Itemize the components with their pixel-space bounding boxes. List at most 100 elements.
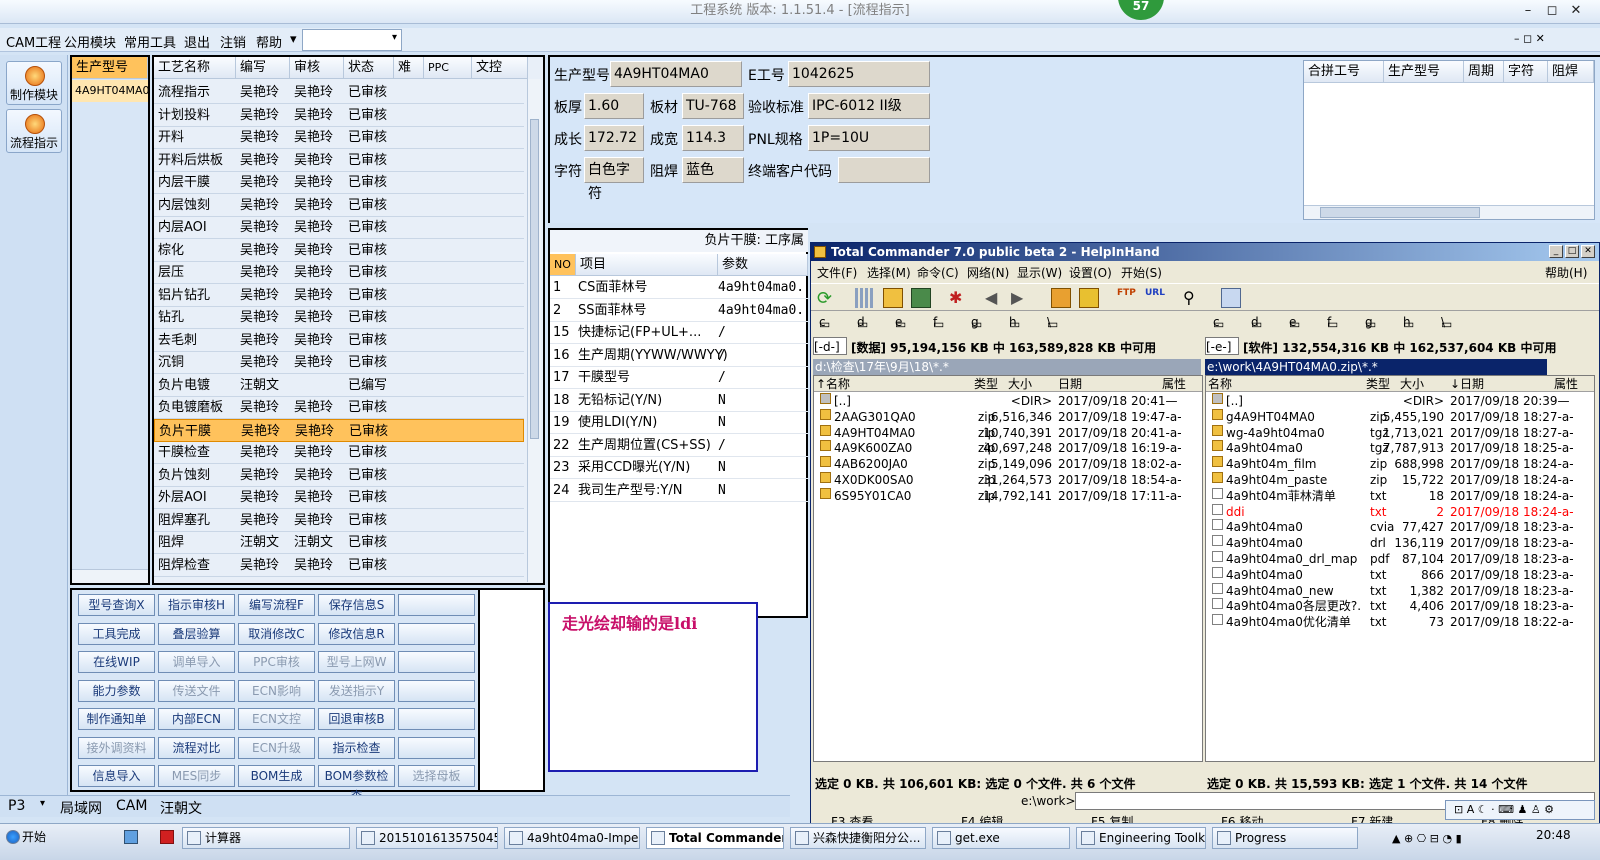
- param-row[interactable]: 16 生产周期(YYWW/WWYY) /: [550, 345, 808, 367]
- action-button[interactable]: 编写流程F: [238, 594, 315, 616]
- col-header[interactable]: 名称: [1208, 376, 1232, 392]
- clock[interactable]: 20:48: [1536, 828, 1571, 842]
- pack-icon[interactable]: [1051, 288, 1071, 308]
- url-icon[interactable]: URL: [1145, 288, 1165, 308]
- table-row[interactable]: 计划投料 吴艳玲 吴艳玲 已审核: [154, 104, 524, 127]
- col-header[interactable]: 属性: [1162, 376, 1186, 392]
- file-row[interactable]: 6S95Y01CA0 zip 14,792,141 2017/09/18 17:11-…: [814, 487, 1202, 504]
- menu-cam[interactable]: CAM工程: [6, 32, 61, 51]
- action-button[interactable]: [398, 651, 475, 673]
- minimize-icon[interactable]: –: [1518, 2, 1538, 20]
- taskbar-item[interactable]: Total Commander ...: [646, 827, 784, 849]
- menu-logout[interactable]: 注销: [220, 32, 246, 51]
- notepad-icon[interactable]: [1221, 288, 1241, 308]
- action-button[interactable]: 修改信息R: [318, 622, 395, 645]
- model-list-item[interactable]: 4A9HT04MA0: [72, 80, 150, 102]
- param-row[interactable]: 1 CS面菲林号 4a9ht04ma0.: [550, 277, 808, 299]
- action-button[interactable]: 回退审核B: [318, 708, 395, 730]
- col-header-merge-no[interactable]: 合拼工号: [1304, 61, 1384, 83]
- tc-menu-select[interactable]: 选择(M): [867, 264, 911, 281]
- table-row[interactable]: 沉铜 吴艳玲 吴艳玲 已审核: [154, 351, 524, 374]
- tc-left-drive-select[interactable]: [-d-]: [813, 337, 847, 355]
- tc-minimize-icon[interactable]: _: [1549, 245, 1563, 258]
- rail-button-flow[interactable]: 流程指示: [6, 109, 62, 153]
- col-header-model[interactable]: 生产型号: [1384, 61, 1464, 83]
- table-row[interactable]: 钻孔 吴艳玲 吴艳玲 已审核: [154, 306, 524, 329]
- col-header-doc-control[interactable]: 文控: [472, 57, 528, 79]
- table-row[interactable]: 干膜检查 吴艳玲 吴艳玲 已审核: [154, 441, 524, 464]
- action-button[interactable]: [398, 594, 475, 616]
- tc-right-path[interactable]: e:\work\4A9HT04MA0.zip\*.*: [1205, 359, 1547, 375]
- menu-tools[interactable]: 常用工具: [124, 32, 176, 51]
- table-row[interactable]: 负片蚀刻 吴艳玲 吴艳玲 已审核: [154, 464, 524, 487]
- field-pnl[interactable]: 1P=10U: [808, 125, 930, 151]
- file-row[interactable]: [..] <DIR> 2017/09/18 20:41—: [814, 393, 1202, 409]
- drive-button[interactable]: ▭ \: [1441, 315, 1452, 331]
- brief-view-icon[interactable]: [855, 288, 875, 308]
- table-row[interactable]: 内层干膜 吴艳玲 吴艳玲 已审核: [154, 171, 524, 194]
- action-button[interactable]: 叠层验算: [158, 622, 235, 645]
- file-row[interactable]: [..] <DIR> 2017/09/18 20:39—: [1206, 393, 1594, 409]
- action-button[interactable]: 指示检查: [318, 736, 395, 759]
- file-row[interactable]: 4AB6200JA0 zip 5,149,096 2017/09/18 18:02-a…: [814, 456, 1202, 472]
- table-row[interactable]: 棕化 吴艳玲 吴艳玲 已审核: [154, 239, 524, 262]
- table-row[interactable]: 阻焊 汪朝文 汪朝文 已审核: [154, 531, 524, 554]
- thumbnail-icon[interactable]: [911, 288, 931, 308]
- action-button[interactable]: BOM参数检查: [318, 765, 395, 803]
- param-row[interactable]: 18 无铅标记(Y/N) N: [550, 390, 808, 412]
- file-row[interactable]: 4a9ht04m_film zip 688,998 2017/09/18 18:24-…: [1206, 456, 1594, 472]
- table-row[interactable]: 负片电镀 汪朝文 已编写: [154, 374, 524, 397]
- action-button[interactable]: 制作通知单: [78, 708, 155, 730]
- ftp-icon[interactable]: FTP: [1117, 288, 1137, 308]
- field-standard[interactable]: IPC-6012 II级: [808, 93, 930, 119]
- param-row[interactable]: 15 快捷标记(FP+UL+... /: [550, 322, 808, 344]
- file-row[interactable]: 4a9ht04ma0 drl 136,119 2017/09/18 18:23-a-: [1206, 535, 1594, 551]
- close-icon[interactable]: ✕: [1566, 2, 1586, 20]
- action-button[interactable]: 内部ECN: [158, 708, 235, 730]
- tc-maximize-icon[interactable]: □: [1565, 245, 1579, 258]
- param-row[interactable]: 24 我司生产型号:Y/N N: [550, 480, 808, 502]
- drive-button[interactable]: ▭ g: [971, 315, 982, 331]
- drive-button[interactable]: ▭ d: [857, 315, 868, 331]
- ime-toolbar[interactable]: ⊡ A ☾ · ⌨ ♟ ♙ ⚙: [1445, 800, 1595, 820]
- table-row[interactable]: 开料 吴艳玲 吴艳玲 已审核: [154, 126, 524, 149]
- col-header-process[interactable]: 工艺名称: [154, 57, 236, 79]
- tray-icons[interactable]: ▲ ⊕ ⎔ ⊟ ◔ ▮: [1392, 832, 1462, 845]
- file-row[interactable]: wg-4a9ht04ma0 tgz 1,713,021 2017/09/18 18:2…: [1206, 424, 1594, 441]
- mdi-window-controls[interactable]: – ◻ ✕: [1514, 32, 1545, 45]
- param-row[interactable]: 19 使用LDI(Y/N) N: [550, 412, 808, 434]
- col-header-item[interactable]: 项目: [576, 254, 718, 276]
- field-model[interactable]: 4A9HT04MA0: [610, 61, 742, 87]
- maximize-icon[interactable]: ◻: [1542, 2, 1562, 20]
- action-button[interactable]: [398, 622, 475, 645]
- tab-cam[interactable]: CAM: [116, 798, 147, 814]
- table-row[interactable]: 外层AOI 吴艳玲 吴艳玲 已审核: [154, 486, 524, 509]
- field-silkscreen[interactable]: 白色字符: [584, 157, 644, 202]
- drive-button[interactable]: ▭ d: [1251, 315, 1262, 331]
- table-row[interactable]: 负电镀磨板 吴艳玲 吴艳玲 已审核: [154, 396, 524, 419]
- tc-close-icon[interactable]: ✕: [1581, 245, 1595, 258]
- horizontal-scrollbar[interactable]: [72, 569, 148, 583]
- col-header[interactable]: 类型: [974, 376, 998, 392]
- file-row[interactable]: 4A9HT04MA0 zip 10,740,391 2017/09/18 20:41-…: [814, 424, 1202, 441]
- pdf-icon[interactable]: [160, 830, 174, 844]
- detail-view-icon[interactable]: [883, 288, 903, 308]
- refresh-icon[interactable]: ⟳: [817, 288, 837, 309]
- taskbar-item[interactable]: Engineering Toolkit 9....: [1076, 827, 1206, 849]
- module-combo[interactable]: ▾: [302, 29, 402, 51]
- file-row[interactable]: 4a9ht04m_paste zip 15,722 2017/09/18 18:24-…: [1206, 472, 1594, 488]
- file-row[interactable]: 4a9ht04ma0_new txt 1,382 2017/09/18 18:23-a…: [1206, 582, 1594, 599]
- action-button[interactable]: 工具完成: [78, 622, 155, 645]
- col-header[interactable]: 大小: [1400, 376, 1424, 392]
- col-header-no[interactable]: NO: [550, 254, 576, 276]
- taskbar-item[interactable]: get.exe: [932, 827, 1070, 849]
- menu-dropdown-icon[interactable]: ▾: [290, 32, 297, 47]
- table-row[interactable]: 开料后烘板 吴艳玲 吴艳玲 已审核: [154, 149, 524, 172]
- field-width[interactable]: 114.3: [682, 125, 744, 151]
- col-header-author[interactable]: 编写: [236, 57, 290, 79]
- forward-icon[interactable]: ▶: [1011, 288, 1031, 308]
- param-row[interactable]: 23 采用CCD曝光(Y/N) N: [550, 457, 808, 479]
- rail-button-make[interactable]: 制作模块: [6, 61, 62, 105]
- col-header-mask[interactable]: 阻焊: [1548, 61, 1594, 83]
- tc-right-drive-select[interactable]: [-e-]: [1205, 337, 1239, 355]
